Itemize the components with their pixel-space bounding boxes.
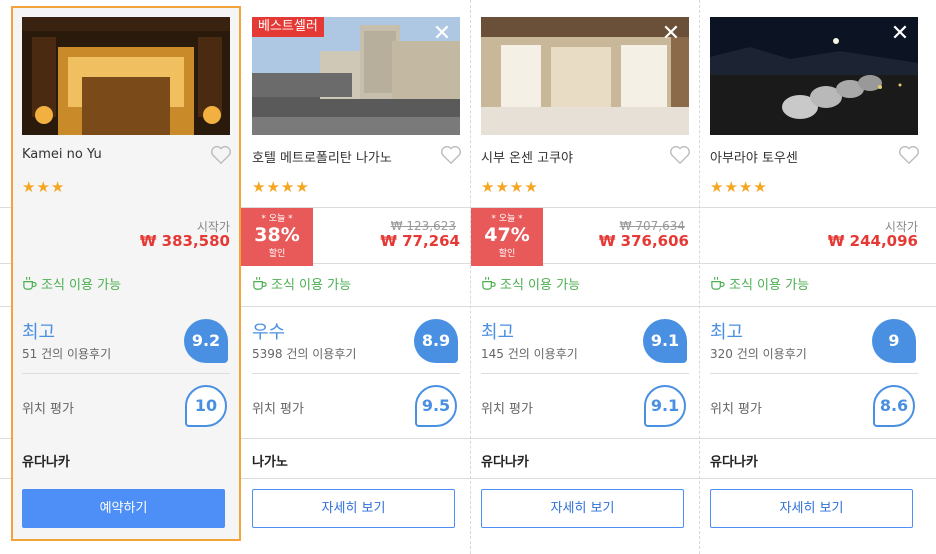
breakfast-available: 조식 이용 가능 (710, 274, 809, 293)
location-score-badge: 9.5 (415, 385, 457, 427)
hotel-region: 유다나카 (481, 455, 529, 470)
breakfast-available: 조식 이용 가능 (22, 274, 121, 293)
column-divider (470, 0, 471, 554)
hotel-name[interactable]: Kamei no Yu (22, 147, 102, 162)
hotel-region: 나가노 (252, 455, 288, 470)
discount-label: 할인 (268, 249, 286, 259)
star-rating: ★★★★ (481, 178, 539, 196)
column-divider (699, 0, 700, 554)
breakfast-available: 조식 이용 가능 (252, 274, 351, 293)
breakfast-label: 조식 이용 가능 (41, 278, 122, 293)
location-rating-label: 위치 평가 (710, 402, 762, 417)
hotel-column-2: 베스트셀러 ✕ 호텔 메트로폴리탄 나가노 ★★★★ * 오늘 * 38% 할인… (241, 0, 470, 554)
location-rating-label: 위치 평가 (22, 402, 74, 417)
hotel-column-3: ✕ 시부 온센 고쿠야 ★★★★ * 오늘 * 47% 할인 ₩ 707,634… (470, 0, 699, 554)
today-discount-badge: * 오늘 * 38% 할인 (241, 208, 313, 266)
divider (481, 373, 689, 374)
ryokan-lobby-image (481, 17, 689, 135)
rating-word: 우수 (252, 322, 286, 343)
review-count[interactable]: 145 건의 이용후기 (481, 345, 578, 362)
coffee-cup-icon (253, 276, 267, 290)
hotel-name[interactable]: 시부 온센 고쿠야 (481, 147, 573, 166)
review-score-badge: 8.9 (414, 319, 458, 363)
details-button[interactable]: 자세히 보기 (710, 489, 913, 528)
star-rating: ★★★★ (252, 178, 310, 196)
price-value: ₩ 376,606 (598, 232, 689, 250)
details-button[interactable]: 자세히 보기 (481, 489, 684, 528)
close-icon[interactable]: ✕ (431, 23, 453, 45)
today-label: * 오늘 * (261, 214, 293, 224)
rating-word: 최고 (481, 322, 515, 343)
hotel-name[interactable]: 호텔 메트로폴리탄 나가노 (252, 147, 392, 166)
close-icon[interactable]: ✕ (889, 23, 911, 45)
hotel-name[interactable]: 아부라야 토우센 (710, 147, 798, 166)
original-price: ₩ 123,623 (390, 219, 456, 233)
divider (22, 373, 230, 374)
price-value: ₩ 244,096 (827, 232, 918, 250)
breakfast-available: 조식 이용 가능 (481, 274, 580, 293)
night-view-image (710, 17, 918, 135)
location-score-badge: 9.1 (644, 385, 686, 427)
rating-word: 최고 (22, 322, 56, 343)
hotel-region: 유다나카 (22, 455, 70, 470)
book-button[interactable]: 예약하기 (22, 489, 225, 528)
location-rating-label: 위치 평가 (481, 402, 533, 417)
review-count[interactable]: 320 건의 이용후기 (710, 345, 807, 362)
discount-label: 할인 (498, 249, 516, 259)
heart-icon[interactable] (898, 145, 920, 165)
rating-word: 최고 (710, 322, 744, 343)
details-button[interactable]: 자세히 보기 (252, 489, 455, 528)
hotel-photo[interactable] (22, 17, 230, 135)
divider (710, 373, 918, 374)
original-price: ₩ 707,634 (619, 219, 685, 233)
breakfast-label: 조식 이용 가능 (729, 278, 810, 293)
price-value: ₩ 383,580 (139, 232, 230, 250)
breakfast-label: 조식 이용 가능 (500, 278, 581, 293)
hotel-photo[interactable] (481, 17, 689, 135)
discount-percent: 38% (254, 224, 300, 246)
heart-icon[interactable] (440, 145, 462, 165)
star-rating: ★★★ (22, 178, 66, 196)
hotel-photo[interactable] (710, 17, 918, 135)
coffee-cup-icon (711, 276, 725, 290)
divider (252, 373, 460, 374)
today-label: * 오늘 * (491, 214, 523, 224)
location-score-badge: 8.6 (873, 385, 915, 427)
heart-icon[interactable] (669, 145, 691, 165)
hotel-region: 유다나카 (710, 455, 758, 470)
today-discount-badge: * 오늘 * 47% 할인 (471, 208, 543, 266)
hotel-column-4: ✕ 아부라야 토우센 ★★★★ 시작가 ₩ 244,096 조식 이용 가능 최… (699, 0, 936, 554)
discount-percent: 47% (484, 224, 530, 246)
heart-icon[interactable] (210, 145, 232, 165)
location-rating-label: 위치 평가 (252, 402, 304, 417)
review-score-badge: 9 (872, 319, 916, 363)
location-score-badge: 10 (185, 385, 227, 427)
bestseller-badge: 베스트셀러 (252, 17, 324, 37)
hotel-column-1: Kamei no Yu ★★★ 시작가 ₩ 383,580 조식 이용 가능 최… (0, 0, 241, 554)
star-rating: ★★★★ (710, 178, 768, 196)
review-score-badge: 9.2 (184, 319, 228, 363)
onsen-entrance-image (22, 17, 230, 135)
review-score-badge: 9.1 (643, 319, 687, 363)
close-icon[interactable]: ✕ (660, 23, 682, 45)
review-count[interactable]: 5398 건의 이용후기 (252, 345, 356, 362)
coffee-cup-icon (23, 276, 37, 290)
hotel-comparison-grid: Kamei no Yu ★★★ 시작가 ₩ 383,580 조식 이용 가능 최… (0, 0, 936, 554)
price-value: ₩ 77,264 (380, 232, 460, 250)
review-count[interactable]: 51 건의 이용후기 (22, 345, 111, 362)
coffee-cup-icon (482, 276, 496, 290)
breakfast-label: 조식 이용 가능 (271, 278, 352, 293)
